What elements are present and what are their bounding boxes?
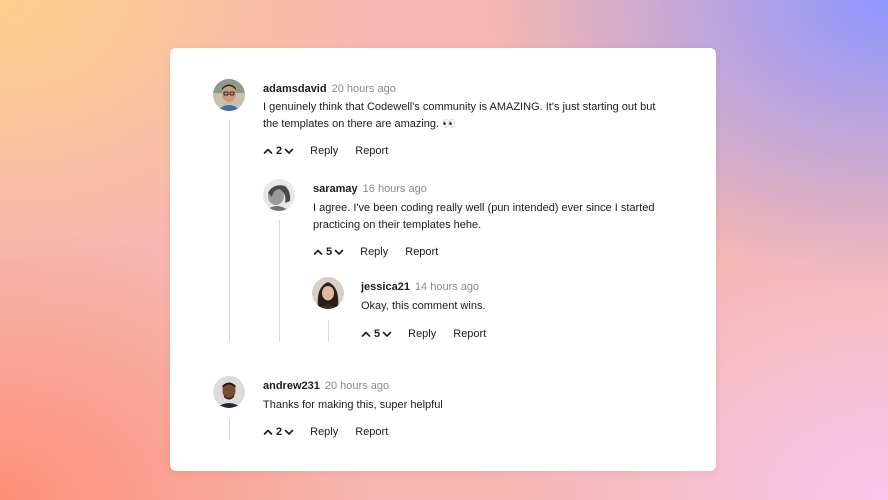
comment-header: andrew231 20 hours ago (263, 379, 389, 393)
report-button[interactable]: Report (355, 144, 388, 158)
comment-text-line: practicing on their templates hehe. (313, 219, 482, 231)
comment-body: Okay, this comment wins. (361, 298, 486, 315)
comment-actions: 2 Reply Report (263, 144, 388, 158)
report-button[interactable]: Report (453, 327, 486, 341)
chevron-up-icon[interactable] (263, 144, 273, 158)
chevron-down-icon[interactable] (284, 425, 294, 439)
comment-text-line: Okay, this comment wins. (361, 300, 486, 312)
username[interactable]: andrew231 (263, 380, 320, 392)
reply-button[interactable]: Reply (408, 327, 436, 341)
comment-header: jessica21 14 hours ago (361, 280, 479, 294)
vote-count: 5 (374, 328, 381, 341)
chevron-down-icon[interactable] (284, 144, 294, 158)
thread-line (328, 320, 329, 342)
timestamp: 20 hours ago (331, 83, 396, 95)
avatar[interactable] (263, 179, 295, 211)
vote-count: 2 (276, 426, 283, 439)
comment-actions: 5 Reply Report (361, 327, 486, 341)
chevron-up-icon[interactable] (361, 327, 371, 341)
comments-card: adamsdavid 20 hours ago I genuinely think… (170, 48, 716, 471)
comment-text-line: I genuinely think that Codewell's commun… (263, 101, 656, 113)
vote-count: 2 (276, 145, 283, 158)
comment-text-line: the templates on there are amazing. 👀 (263, 118, 456, 130)
timestamp: 14 hours ago (414, 281, 480, 293)
comment-body: Thanks for making this, super helpful (263, 397, 443, 414)
vote-count: 5 (326, 246, 333, 259)
comment-actions: 2 Reply Report (263, 425, 388, 439)
chevron-down-icon[interactable] (334, 245, 344, 259)
comment-actions: 5 Reply Report (313, 245, 438, 259)
username[interactable]: saramay (313, 183, 358, 195)
reply-button[interactable]: Reply (310, 425, 338, 439)
timestamp: 16 hours ago (362, 183, 427, 195)
chevron-down-icon[interactable] (382, 327, 392, 341)
thread-line (279, 220, 280, 342)
comment-header: adamsdavid 20 hours ago (263, 82, 396, 96)
username[interactable]: jessica21 (361, 281, 410, 293)
chevron-up-icon[interactable] (313, 245, 323, 259)
comment-text-line: I agree. I've been coding really well (p… (313, 202, 655, 214)
reply-button[interactable]: Reply (360, 245, 388, 259)
comment-text-line: Thanks for making this, super helpful (263, 399, 443, 411)
report-button[interactable]: Report (405, 245, 438, 259)
comment-body: I agree. I've been coding really well (p… (313, 200, 654, 234)
comment-header: saramay 16 hours ago (313, 182, 427, 196)
reply-button[interactable]: Reply (310, 144, 338, 158)
chevron-up-icon[interactable] (263, 425, 273, 439)
comment-body: I genuinely think that Codewell's commun… (263, 99, 655, 133)
thread-line (229, 120, 230, 342)
avatar[interactable] (213, 376, 245, 408)
timestamp: 20 hours ago (324, 380, 390, 392)
avatar[interactable] (312, 277, 344, 309)
thread-line (229, 418, 230, 440)
report-button[interactable]: Report (355, 425, 388, 439)
username[interactable]: adamsdavid (263, 83, 327, 95)
avatar[interactable] (213, 79, 245, 111)
